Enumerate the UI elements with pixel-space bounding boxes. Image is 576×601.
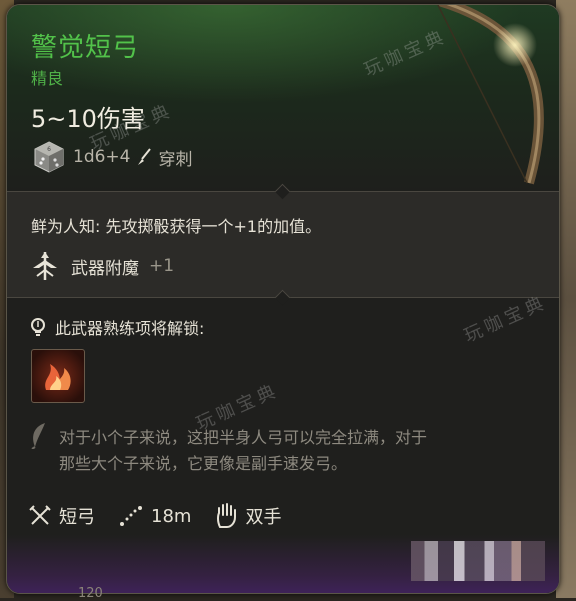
rare-property-text: 鲜为人知: 先攻掷骰获得一个+1的加值。 [31,217,322,236]
d6-dice-icon: 6 [34,141,64,173]
item-tooltip: 警觉短弓 精良 5~10伤害 6 1d6+4 穿刺 鲜为人知: 先攻掷骰获得一个… [6,4,560,594]
piercing-icon [138,148,152,165]
mosaic-overlay [411,541,545,581]
handedness: 双手 [245,507,282,528]
enchant-row[interactable]: 武器附魔 +1 [29,249,174,283]
stats-row: 短弓 18m 双手 [29,501,295,531]
flame-action-art [45,364,71,390]
svg-text:6: 6 [47,146,51,153]
proficiency-label: 此武器熟练项将解锁: [55,319,205,338]
damage-type: 穿刺 [158,149,193,170]
enchant-bonus: +1 [149,256,175,276]
description-line: 那些大个子来说，它更像是副手速发弓。 [59,454,348,473]
description-line: 对于小个子来说，这把半身人弓可以完全拉满，对于 [59,428,428,447]
range-stat[interactable]: 18m [119,505,191,527]
handedness-stat[interactable]: 双手 [215,503,281,529]
range-value: 18m [151,505,192,527]
background-number: 120 [78,586,103,601]
proficiency-row: 此武器熟练项将解锁: [29,315,204,339]
flame-action-icon[interactable] [31,349,85,403]
weapon-type-stat[interactable]: 短弓 [29,503,95,529]
enchant-label: 武器附魔 [71,258,139,279]
weapon-type: 短弓 [59,507,95,528]
item-name: 警觉短弓 [31,33,140,63]
hand-icon [217,503,237,528]
lightbulb-icon [31,318,45,336]
feather-icon [31,423,45,449]
range-dots-icon [120,506,142,526]
item-rarity: 精良 [31,69,64,88]
weapon-enchant-icon [33,252,57,280]
crossed-arrows-icon [29,505,51,525]
item-description: 对于小个子来说，这把半身人弓可以完全拉满，对于 那些大个子来说，它更像是副手速发… [59,425,539,477]
